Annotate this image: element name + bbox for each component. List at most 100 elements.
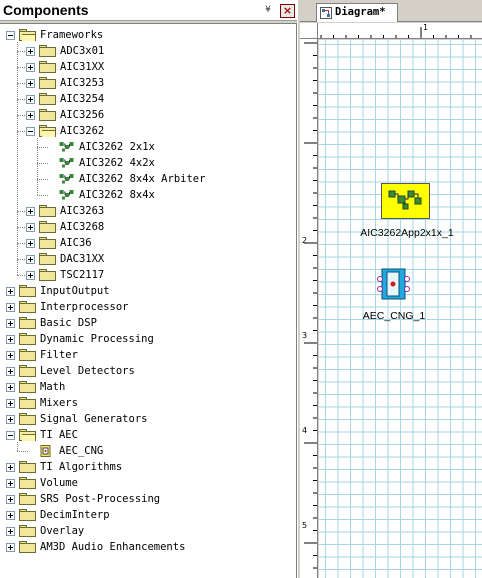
tree-folder-item[interactable]: Filter: [6, 347, 290, 363]
folder-icon: [19, 381, 37, 393]
expand-icon[interactable]: [26, 271, 35, 280]
framework-block-icon: [381, 183, 430, 219]
tree-connector: [37, 138, 38, 195]
tree-folder-item[interactable]: Mixers: [6, 395, 290, 411]
tree-folder-item[interactable]: Level Detectors: [6, 363, 290, 379]
tree-folder-item[interactable]: AIC3256: [26, 107, 290, 123]
tree-folder-item[interactable]: Frameworks: [6, 27, 290, 43]
tree-item-label: AIC3263: [60, 205, 105, 217]
expand-icon[interactable]: [6, 511, 15, 520]
component-tree[interactable]: Frameworks ADC3x01 AIC31XX AIC3253 AIC3254 AI…: [0, 23, 297, 578]
expand-icon[interactable]: [6, 543, 15, 552]
close-panel-button[interactable]: ×: [280, 4, 295, 18]
components-panel-header: Components ¥ ×: [0, 0, 300, 21]
expand-icon[interactable]: [6, 287, 15, 296]
aec-cng-block[interactable]: [376, 266, 412, 302]
expand-icon[interactable]: [26, 207, 35, 216]
folder-icon: [19, 301, 37, 313]
expand-icon[interactable]: [6, 319, 15, 328]
tree-item-label: Dynamic Processing: [40, 333, 154, 345]
tree-folder-item[interactable]: Dynamic Processing: [6, 331, 290, 347]
expand-icon[interactable]: [6, 335, 15, 344]
tree-item-label: AIC3262 4x2x: [79, 157, 155, 169]
tree-folder-item[interactable]: AIC3262: [26, 123, 290, 139]
collapse-icon[interactable]: [26, 127, 35, 136]
expand-icon[interactable]: [26, 95, 35, 104]
tree-item-label: Signal Generators: [40, 413, 148, 425]
tree-item-label: TI AEC: [40, 429, 78, 441]
tree-folder-item[interactable]: AIC31XX: [26, 59, 290, 75]
folder-icon: [39, 77, 57, 89]
vertical-ruler-ticks: [304, 42, 317, 569]
tree-folder-item[interactable]: AIC3268: [26, 219, 290, 235]
ruler-corner: [300, 23, 318, 39]
expand-icon[interactable]: [26, 79, 35, 88]
collapse-icon[interactable]: [6, 31, 15, 40]
folder-icon: [19, 285, 37, 297]
expand-icon[interactable]: [6, 367, 15, 376]
tree-folder-item[interactable]: AM3D Audio Enhancements: [6, 539, 290, 555]
tree-folder-item[interactable]: Signal Generators: [6, 411, 290, 427]
tree-component-item[interactable]: AIC3262 8x4x Arbiter: [46, 171, 290, 187]
tree-folder-item[interactable]: SRS Post-Processing: [6, 491, 290, 507]
tree-folder-item[interactable]: TSC2117: [26, 267, 290, 283]
aec-cng-block-icon: [377, 268, 410, 300]
expand-icon[interactable]: [26, 239, 35, 248]
expand-icon[interactable]: [26, 223, 35, 232]
folder-open-icon: [19, 29, 37, 41]
tree-folder-item[interactable]: AIC36: [26, 235, 290, 251]
tree-folder-item[interactable]: AIC3254: [26, 91, 290, 107]
tree-folder-item[interactable]: AIC3253: [26, 75, 290, 91]
diagram-icon: [320, 7, 332, 19]
expand-icon[interactable]: [6, 527, 15, 536]
expand-icon[interactable]: [6, 463, 15, 472]
folder-open-icon: [19, 429, 37, 441]
tree-connector: [17, 115, 25, 116]
collapse-icon[interactable]: [6, 431, 15, 440]
folder-icon: [19, 333, 37, 345]
tree-folder-item[interactable]: TI AEC: [6, 427, 290, 443]
tree-folder-item[interactable]: DecimInterp: [6, 507, 290, 523]
tree-folder-item[interactable]: Overlay: [6, 523, 290, 539]
tree-item-label: AIC3262: [60, 125, 105, 137]
tree-folder-item[interactable]: InputOutput: [6, 283, 290, 299]
folder-icon: [19, 397, 37, 409]
tree-folder-item[interactable]: Interprocessor: [6, 299, 290, 315]
tree-folder-item[interactable]: Math: [6, 379, 290, 395]
components-panel: Components ¥ × Frameworks ADC3x01 AIC31XX A…: [0, 0, 300, 578]
folder-icon: [19, 493, 37, 505]
folder-icon: [19, 349, 37, 361]
expand-icon[interactable]: [6, 479, 15, 488]
diagram-area: Diagram* 1 2 3 4 5 AIC3262App2x1x_1 AEC_…: [300, 0, 482, 578]
expand-icon[interactable]: [6, 303, 15, 312]
collapse-panel-icon[interactable]: ¥: [262, 5, 274, 17]
expand-icon[interactable]: [26, 255, 35, 264]
expand-icon[interactable]: [6, 495, 15, 504]
tree-folder-item[interactable]: ADC3x01: [26, 43, 290, 59]
tree-component-item[interactable]: AIC3262 2x1x: [46, 139, 290, 155]
tree-folder-item[interactable]: Basic DSP: [6, 315, 290, 331]
tree-component-item[interactable]: AEC_CNG: [26, 443, 290, 459]
expand-icon[interactable]: [26, 111, 35, 120]
expand-icon[interactable]: [26, 63, 35, 72]
tab-diagram[interactable]: Diagram*: [316, 3, 398, 22]
tree-component-item[interactable]: AIC3262 4x2x: [46, 155, 290, 171]
expand-icon[interactable]: [6, 383, 15, 392]
diagram-canvas[interactable]: AIC3262App2x1x_1 AEC_CNG_1: [319, 40, 482, 578]
framework-block[interactable]: [381, 183, 430, 219]
tree-component-item[interactable]: AIC3262 8x4x: [46, 187, 290, 203]
tree-item-label: AIC3262 8x4x Arbiter: [79, 173, 206, 185]
expand-icon[interactable]: [26, 47, 35, 56]
tree-folder-item[interactable]: AIC3263: [26, 203, 290, 219]
tree-connector: [17, 275, 25, 276]
expand-icon[interactable]: [6, 399, 15, 408]
tree-item-label: TI Algorithms: [40, 461, 123, 473]
expand-icon[interactable]: [6, 351, 15, 360]
folder-icon: [39, 237, 57, 249]
expand-icon[interactable]: [6, 415, 15, 424]
framework-component-icon: [59, 174, 74, 184]
horizontal-ruler-ticks: [320, 27, 472, 38]
tree-folder-item[interactable]: Volume: [6, 475, 290, 491]
tree-folder-item[interactable]: TI Algorithms: [6, 459, 290, 475]
tree-folder-item[interactable]: DAC31XX: [26, 251, 290, 267]
